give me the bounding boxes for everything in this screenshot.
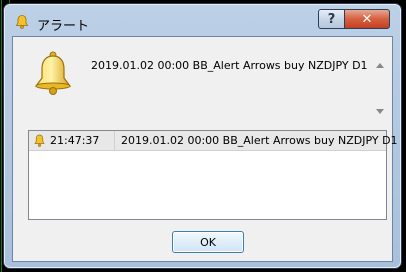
alert-message: 2019.01.02 00:00 BB_Alert Arrows buy NZD… (91, 59, 368, 72)
alert-time: 21:47:37 (50, 134, 100, 147)
scroll-down-icon[interactable] (376, 109, 384, 114)
alert-dialog: アラート ? ✕ 2019.01.02 00:00 BB_Alert Arrow… (3, 3, 402, 269)
bell-icon (34, 134, 45, 147)
dialog-content: 2019.01.02 00:00 BB_Alert Arrows buy NZD… (12, 36, 398, 262)
ok-button[interactable]: OK (172, 231, 244, 253)
help-button[interactable]: ? (318, 9, 345, 29)
scroll-up-icon[interactable] (376, 63, 384, 68)
alert-history-list[interactable]: 21:47:37 2019.01.02 00:00 BB_Alert Arrow… (28, 130, 398, 220)
alert-history-message: 2019.01.02 00:00 BB_Alert Arrows buy NZD… (121, 134, 398, 147)
chart-grid-line (1, 0, 2, 272)
window-title: アラート (37, 19, 90, 34)
list-item[interactable]: 21:47:37 2019.01.02 00:00 BB_Alert Arrow… (29, 131, 398, 151)
close-button[interactable]: ✕ (344, 9, 390, 29)
title-bar[interactable]: アラート ? ✕ (4, 4, 401, 36)
column-divider (114, 131, 115, 150)
bell-icon (34, 51, 72, 95)
bell-icon (15, 15, 29, 29)
message-scrollbar[interactable] (376, 55, 386, 119)
